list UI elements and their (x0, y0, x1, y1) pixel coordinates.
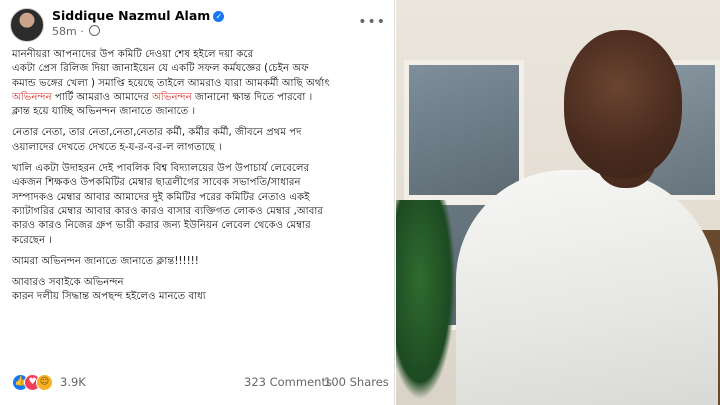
facebook-post: Siddique Nazmul Alam ✓ 58m · ••• মাননীয়র… (0, 0, 395, 405)
post-text-segment: আমরা অভিনন্দন জানাতে জানাতে ক্লান্ত!!!!!… (12, 255, 199, 267)
post-time[interactable]: 58m (52, 25, 77, 38)
post-engagement-bar: 👍 ♥ ☺ 3.9K 323 Comments 100 Shares (12, 373, 390, 393)
post-line: একজন শিক্ষকও উপকমিটির মেম্বার ছাত্রলীগের… (12, 176, 390, 190)
post-line: অভিনন্দন পার্টি আমরাও আমাদের অভিনন্দন জা… (12, 91, 390, 105)
post-line: সম্পাদকও মেম্বার আবার আমাদের দুই কমিটির … (12, 191, 390, 205)
post-line: কমান্ড ভঙ্গের খেলা ) সমাপ্তি হয়েছে তাইল… (12, 77, 390, 91)
author-name[interactable]: Siddique Nazmul Alam ✓ (52, 8, 225, 23)
plant-background (396, 200, 456, 400)
more-options-icon[interactable]: ••• (358, 14, 386, 30)
post-paragraph: আমরা অভিনন্দন জানাতে জানাতে ক্লান্ত!!!!!… (12, 255, 390, 269)
post-text-segment: আবারও সবাইকে অভিনন্দন (12, 277, 124, 289)
post-text: মাননীয়রা আপনাদের উপ কমিটি দেওয়া শেষ হই… (12, 48, 390, 312)
post-line: একটা প্রেস রিলিজ দিয়া জানাইয়েন যে একটি… (12, 62, 390, 76)
post-paragraph: মাননীয়রা আপনাদের উপ কমিটি দেওয়া শেষ হই… (12, 48, 390, 119)
post-line: নেতার নেতা, তার নেতা,নেতা,নেতার কর্মী, ক… (12, 126, 390, 140)
post-text-segment: খালি একটা উদাহরন দেই পাবলিক বিশ্ব বিদ্যা… (12, 163, 310, 175)
post-text-segment: ক্লান্ত হয়ে যাচ্ছি অভিনন্দন জানাতে জানা… (12, 106, 196, 118)
verified-badge-icon: ✓ (213, 11, 225, 22)
post-text-segment: ক্যাটাগরির মেম্বার আবার কারও কারও বাসার … (12, 205, 323, 217)
hashtag-link[interactable]: অভিনন্দন (12, 92, 52, 103)
person-shirt (456, 170, 718, 405)
shares-count[interactable]: 100 Shares (324, 375, 389, 389)
author-name-text[interactable]: Siddique Nazmul Alam (52, 8, 210, 23)
post-line: আমরা অভিনন্দন জানাতে জানাতে ক্লান্ত!!!!!… (12, 255, 390, 269)
hashtag-link[interactable]: অভিনন্দন (152, 92, 192, 103)
comments-count[interactable]: 323 Comments (244, 375, 332, 389)
post-text-segment: ওয়ালাদের দেখতে দেখতে হ-য-র-ব-র-ল লাগতাছ… (12, 141, 222, 153)
post-text-segment: করেছেন । (12, 234, 53, 246)
post-paragraph: আবারও সবাইকে অভিনন্দন কারন দলীয় সিদ্ধান্… (12, 276, 390, 305)
post-header: Siddique Nazmul Alam ✓ 58m · ••• (10, 6, 390, 42)
attached-photo[interactable] (396, 0, 720, 405)
post-paragraph: নেতার নেতা, তার নেতা,নেতা,নেতার কর্মী, ক… (12, 126, 390, 155)
post-text-segment: কমান্ড ভঙ্গের খেলা ) সমাপ্তি হয়েছে তাইল… (12, 77, 330, 89)
post-text-segment: জানানো ক্ষান্ত দিতে পারবো । (191, 91, 313, 103)
post-line: আবারও সবাইকে অভিনন্দন (12, 276, 390, 290)
post-text-segment: কারও কারও নিজের গ্রুপ ভারী করার জন্য ইউন… (12, 220, 311, 232)
post-line: করেছেন । (12, 234, 390, 248)
post-line: খালি একটা উদাহরন দেই পাবলিক বিশ্ব বিদ্যা… (12, 162, 390, 176)
reaction-count[interactable]: 3.9K (60, 375, 86, 389)
post-line: মাননীয়রা আপনাদের উপ কমিটি দেওয়া শেষ হই… (12, 48, 390, 62)
post-line: কারন দলীয় সিদ্ধান্ত অপছন্দ হইলেও মানতে … (12, 290, 390, 304)
post-text-segment: একটা প্রেস রিলিজ দিয়া জানাইয়েন যে একটি… (12, 63, 309, 75)
person-head (564, 30, 682, 178)
post-line: ক্লান্ত হয়ে যাচ্ছি অভিনন্দন জানাতে জানা… (12, 105, 390, 119)
post-text-segment: নেতার নেতা, তার নেতা,নেতা,নেতার কর্মী, ক… (12, 127, 302, 139)
reaction-icons[interactable]: 👍 ♥ ☺ (12, 374, 60, 391)
author-avatar[interactable] (10, 8, 44, 42)
post-text-segment: কারন দলীয় সিদ্ধান্ত অপছন্দ হইলেও মানতে … (12, 291, 206, 303)
window-background (404, 60, 524, 200)
post-text-segment: সম্পাদকও মেম্বার আবার আমাদের দুই কমিটির … (12, 191, 310, 203)
post-line: কারও কারও নিজের গ্রুপ ভারী করার জন্য ইউন… (12, 219, 390, 233)
post-paragraph: খালি একটা উদাহরন দেই পাবলিক বিশ্ব বিদ্যা… (12, 162, 390, 248)
post-line: ওয়ালাদের দেখতে দেখতে হ-য-র-ব-র-ল লাগতাছ… (12, 141, 390, 155)
post-text-segment: মাননীয়রা আপনাদের উপ কমিটি দেওয়া শেষ হই… (12, 49, 254, 60)
globe-icon (89, 25, 101, 36)
post-line: ক্যাটাগরির মেম্বার আবার কারও কারও বাসার … (12, 205, 390, 219)
post-text-segment: একজন শিক্ষকও উপকমিটির মেম্বার ছাত্রলীগের… (12, 177, 301, 189)
post-text-segment: পার্টি আমরাও আমাদের (51, 91, 153, 103)
post-meta[interactable]: 58m · (52, 25, 101, 38)
haha-icon: ☺ (36, 374, 53, 391)
